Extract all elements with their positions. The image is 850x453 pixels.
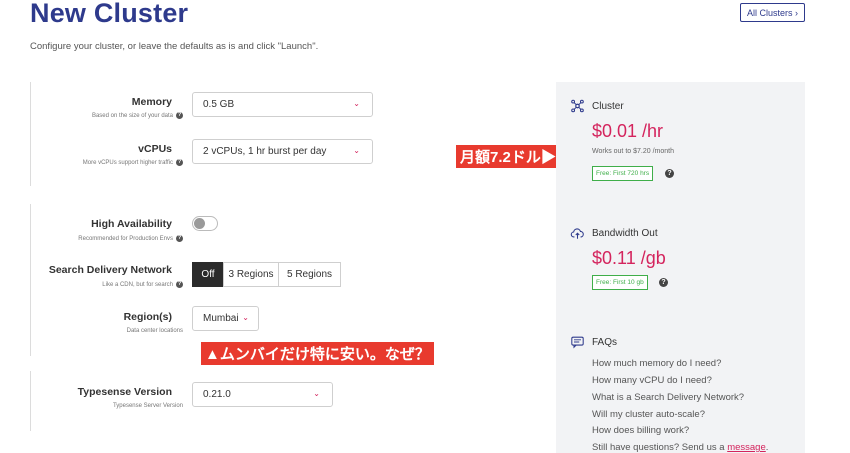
sdn-segmented-control: Off 3 Regions 5 Regions [192,262,341,287]
memory-sublabel-text: Based on the size of your data [91,112,173,119]
section-divider-network [30,204,31,356]
faq-link-memory[interactable]: How much memory do I need? [592,358,721,369]
help-icon[interactable]: ? [665,169,674,178]
bandwidth-title: Bandwidth Out [592,227,658,239]
regions-label: Region(s) [123,311,172,323]
cluster-heading: Cluster [570,99,624,113]
chevron-down-icon: ⌄ [353,99,360,108]
vcpus-sublabel: More vCPUs support higher traffic ? [83,159,183,166]
faq-contact-prefix: Still have questions? Send us a [592,442,728,453]
faqs-heading: FAQs [570,335,617,349]
bandwidth-price: $0.11 /gb [592,248,666,268]
annotation-price: 月額7.2ドル▶ [456,145,560,168]
memory-select-value: 0.5 GB [203,99,235,110]
annotation-region: ▲ムンバイだけ特に安い。なぜ？ [201,342,434,365]
section-divider-version [30,371,31,431]
faq-contact-suffix: . [765,442,769,453]
page-title: New Cluster [30,0,189,28]
chevron-down-icon: ⌄ [353,146,360,155]
faq-contact: Still have questions? Send us a message. [592,442,768,453]
sdn-sublabel: Like a CDN, but for search ? [102,281,183,288]
section-divider-compute [30,82,31,186]
all-clusters-button[interactable]: All Clusters › [740,3,805,22]
sdn-option-off[interactable]: Off [192,262,224,287]
sdn-option-5-regions[interactable]: 5 Regions [278,262,341,287]
regions-select[interactable]: Mumbai ⌄ [192,306,259,331]
regions-sublabel: Data center locations [126,328,183,334]
cluster-price-note: Works out to $7.20 /month [592,148,674,155]
version-sublabel: Typesense Server Version [112,403,183,409]
help-icon[interactable]: ? [176,281,183,288]
vcpus-sublabel-text: More vCPUs support higher traffic [82,159,173,166]
vcpus-select[interactable]: 2 vCPUs, 1 hr burst per day ⌄ [192,139,373,164]
cloud-upload-icon [570,228,584,239]
page-subtitle: Configure your cluster, or leave the def… [30,41,319,52]
faq-link-sdn[interactable]: What is a Search Delivery Network? [592,392,744,403]
high-availability-label: High Availability [91,218,172,230]
memory-label: Memory [131,96,172,108]
chat-icon [571,336,584,349]
sdn-sublabel-text: Like a CDN, but for search [102,281,173,288]
sdn-label: Search Delivery Network [48,264,172,276]
cluster-price: $0.01 /hr [592,121,664,141]
help-icon[interactable]: ? [176,159,183,166]
cluster-title: Cluster [592,100,624,112]
faq-link-autoscale[interactable]: Will my cluster auto-scale? [592,409,705,420]
message-link[interactable]: message [727,442,766,453]
help-icon[interactable]: ? [176,112,183,119]
sdn-option-3-regions[interactable]: 3 Regions [223,262,279,287]
high-availability-sublabel-text: Recommended for Production Envs [78,235,173,242]
vcpus-label: vCPUs [138,143,172,155]
bandwidth-free-badge: Free: First 10 gb [592,275,648,290]
chevron-down-icon: ⌄ [242,313,249,322]
help-icon[interactable]: ? [659,278,668,287]
bandwidth-heading: Bandwidth Out [570,226,658,240]
faq-link-billing[interactable]: How does billing work? [592,425,689,436]
memory-sublabel: Based on the size of your data ? [92,112,183,119]
high-availability-sublabel: Recommended for Production Envs ? [78,235,183,242]
vcpus-select-value: 2 vCPUs, 1 hr burst per day [203,146,327,157]
faqs-title: FAQs [592,336,618,348]
version-label: Typesense Version [77,386,172,398]
help-icon[interactable]: ? [176,235,183,242]
cluster-free-badge: Free: First 720 hrs [592,166,654,181]
chevron-down-icon: ⌄ [313,389,320,398]
faq-link-vcpu[interactable]: How many vCPU do I need? [592,375,712,386]
high-availability-toggle[interactable] [192,216,218,231]
memory-select[interactable]: 0.5 GB ⌄ [192,92,373,117]
version-select[interactable]: 0.21.0 ⌄ [192,382,333,407]
cluster-icon [571,99,584,113]
toggle-knob [194,218,205,229]
regions-select-value: Mumbai [203,313,239,324]
version-select-value: 0.21.0 [203,389,231,400]
